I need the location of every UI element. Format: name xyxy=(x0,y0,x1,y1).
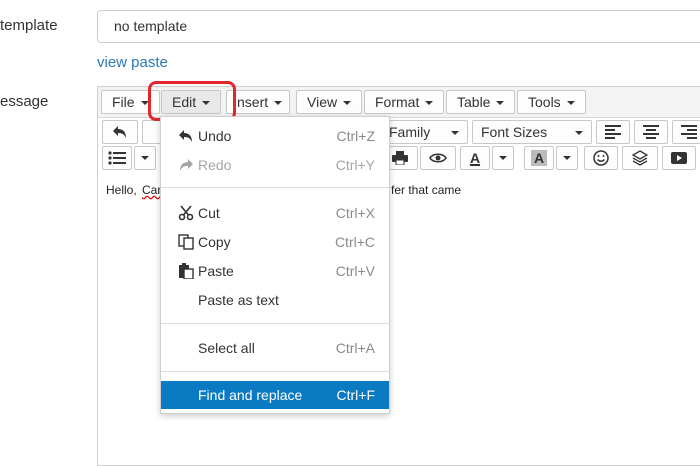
background-color-button[interactable]: A xyxy=(524,146,554,170)
eye-icon xyxy=(429,153,447,163)
menu-item-cut[interactable]: Cut Ctrl+X xyxy=(161,199,389,227)
template-value: no template xyxy=(114,18,188,34)
align-right-button[interactable] xyxy=(672,120,700,144)
menu-file-label: File xyxy=(112,94,135,110)
bullet-list-button[interactable] xyxy=(102,146,132,170)
menu-divider xyxy=(161,323,389,324)
font-size-label: Font Sizes xyxy=(481,124,548,140)
edit-menu-dropdown: Undo Ctrl+Z Redo Ctrl+Y Cut Ctrl+X Copy … xyxy=(160,116,390,414)
align-center-button[interactable] xyxy=(634,120,668,144)
bullet-list-dropdown[interactable] xyxy=(134,146,156,170)
menu-item-find-and-replace-shortcut: Ctrl+F xyxy=(336,387,376,403)
redo-icon xyxy=(180,159,193,171)
font-family-label: Family xyxy=(389,124,431,140)
menu-item-cut-label: Cut xyxy=(198,205,220,221)
menu-table[interactable]: Table xyxy=(446,90,516,114)
menu-item-select-all[interactable]: Select all Ctrl+A xyxy=(161,334,389,362)
menu-item-select-all-shortcut: Ctrl+A xyxy=(335,340,375,356)
menu-item-find-and-replace-label: Find and replace xyxy=(198,387,303,403)
smiley-icon xyxy=(593,150,609,166)
align-center-icon xyxy=(643,125,659,139)
chevron-down-icon xyxy=(566,101,575,106)
menu-format-label: Format xyxy=(375,94,420,110)
menu-divider xyxy=(161,371,389,372)
message-label: essage xyxy=(0,93,49,110)
menu-item-undo-label: Undo xyxy=(198,128,232,144)
align-right-icon xyxy=(681,125,697,139)
menu-item-paste-shortcut: Ctrl+V xyxy=(335,263,375,279)
copy-icon xyxy=(178,234,194,250)
menu-item-select-all-label: Select all xyxy=(198,340,255,356)
menu-item-copy[interactable]: Copy Ctrl+C xyxy=(161,228,389,256)
menu-item-find-and-replace[interactable]: Find and replace Ctrl+F xyxy=(161,381,389,409)
media-button[interactable] xyxy=(662,146,696,170)
text-color-dropdown[interactable] xyxy=(492,146,514,170)
menu-divider xyxy=(161,187,389,188)
menu-view[interactable]: View xyxy=(296,90,363,114)
scissors-icon xyxy=(178,205,194,221)
align-left-icon xyxy=(605,125,621,139)
chevron-down-icon xyxy=(499,156,507,160)
menu-table-label: Table xyxy=(457,94,491,110)
menu-insert-label: nsert xyxy=(237,94,269,110)
menu-item-copy-label: Copy xyxy=(198,234,231,250)
chevron-down-icon xyxy=(451,131,459,135)
align-left-button[interactable] xyxy=(596,120,630,144)
chevron-down-icon xyxy=(425,101,434,106)
font-family-select[interactable]: Family xyxy=(380,120,468,144)
menu-item-undo[interactable]: Undo Ctrl+Z xyxy=(161,122,389,150)
menu-view-label: View xyxy=(307,94,338,110)
view-paste-link[interactable]: view paste xyxy=(97,54,168,71)
menu-item-redo[interactable]: Redo Ctrl+Y xyxy=(161,151,389,179)
text-color-button[interactable]: A xyxy=(460,146,490,170)
edit-menu-highlight xyxy=(148,81,236,121)
menu-item-paste[interactable]: Paste Ctrl+V xyxy=(161,257,389,285)
menu-item-paste-label: Paste xyxy=(198,263,234,279)
text-color-icon: A xyxy=(469,150,481,166)
menu-item-paste-as-text[interactable]: Paste as text xyxy=(161,286,389,314)
chevron-down-icon xyxy=(274,101,283,106)
menu-item-redo-shortcut: Ctrl+Y xyxy=(335,157,375,173)
menu-item-undo-shortcut: Ctrl+Z xyxy=(336,128,376,144)
chevron-down-icon xyxy=(343,101,352,106)
menu-item-paste-as-text-label: Paste as text xyxy=(198,292,279,308)
menu-format[interactable]: Format xyxy=(364,90,445,114)
template-select[interactable]: no template xyxy=(97,10,700,43)
redo-button[interactable] xyxy=(142,120,162,144)
template-label: template xyxy=(0,17,58,34)
content-text-hello: Hello, xyxy=(106,183,137,197)
chevron-down-icon xyxy=(575,131,583,135)
chevron-down-icon xyxy=(141,156,149,160)
layers-icon xyxy=(632,150,648,166)
paste-icon xyxy=(179,263,194,279)
chevron-down-icon xyxy=(563,156,571,160)
emoticons-button[interactable] xyxy=(584,146,618,170)
font-size-select[interactable]: Font Sizes xyxy=(472,120,592,144)
bullet-list-icon xyxy=(108,151,126,165)
menu-tools-label: Tools xyxy=(528,94,561,110)
preview-button[interactable] xyxy=(420,146,456,170)
content-text-end: fer that came xyxy=(391,183,462,197)
menu-item-cut-shortcut: Ctrl+X xyxy=(335,205,375,221)
video-icon xyxy=(671,152,687,164)
undo-button[interactable] xyxy=(102,120,138,144)
menu-item-redo-label: Redo xyxy=(198,157,232,173)
menu-tools[interactable]: Tools xyxy=(517,90,586,114)
chevron-down-icon xyxy=(496,101,505,106)
print-icon xyxy=(392,151,408,165)
menu-item-copy-shortcut: Ctrl+C xyxy=(334,234,375,250)
background-color-icon: A xyxy=(530,150,548,166)
layers-button[interactable] xyxy=(622,146,658,170)
background-color-dropdown[interactable] xyxy=(556,146,578,170)
undo-icon xyxy=(179,130,192,142)
undo-icon xyxy=(113,126,126,138)
